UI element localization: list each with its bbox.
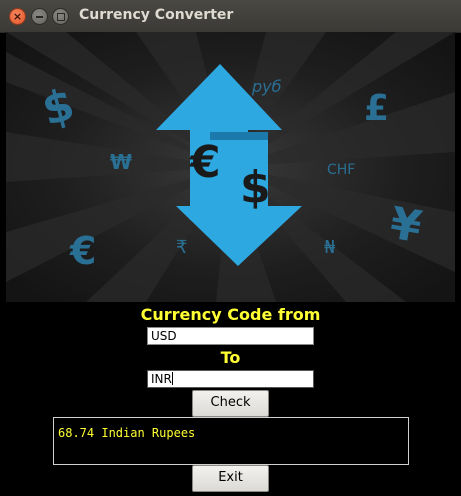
currency-banner-image: $ руб £ ₩ CHF € ₹ ₦ ¥ € $ bbox=[6, 32, 455, 302]
center-euro-symbol: € bbox=[189, 137, 221, 188]
check-button[interactable]: Check bbox=[192, 390, 269, 417]
minimize-icon bbox=[36, 16, 43, 18]
close-icon: × bbox=[12, 10, 23, 23]
euro-symbol: € bbox=[69, 229, 96, 273]
window-title: Currency Converter bbox=[79, 7, 234, 23]
currency-from-label: Currency Code from bbox=[140, 305, 321, 324]
currency-from-value: USD bbox=[151, 329, 177, 343]
currency-to-input[interactable]: INR bbox=[147, 370, 314, 388]
result-text: 68.74 Indian Rupees bbox=[58, 426, 196, 440]
naira-symbol: ₦ bbox=[324, 237, 336, 258]
won-symbol: ₩ bbox=[110, 150, 132, 174]
minimize-window-button[interactable] bbox=[31, 8, 48, 25]
exit-button[interactable]: Exit bbox=[192, 465, 269, 492]
title-bar[interactable]: × Currency Converter bbox=[0, 0, 461, 33]
currency-to-value: INR bbox=[151, 372, 172, 386]
maximize-icon bbox=[57, 13, 65, 21]
maximize-window-button[interactable] bbox=[52, 8, 69, 25]
chf-symbol: CHF bbox=[327, 162, 355, 178]
center-dollar-symbol: $ bbox=[240, 162, 271, 213]
pound-symbol: £ bbox=[364, 88, 389, 129]
ruble-symbol: руб bbox=[251, 77, 282, 96]
result-output[interactable]: 68.74 Indian Rupees bbox=[53, 417, 409, 465]
text-caret bbox=[171, 372, 173, 385]
close-window-button[interactable]: × bbox=[9, 8, 26, 25]
to-label: To bbox=[220, 348, 241, 367]
currency-from-input[interactable]: USD bbox=[147, 327, 314, 345]
app-window: × Currency Converter $ руб £ ₩ CHF € ₹ ₦… bbox=[0, 0, 461, 496]
rupee-symbol: ₹ bbox=[176, 237, 187, 258]
